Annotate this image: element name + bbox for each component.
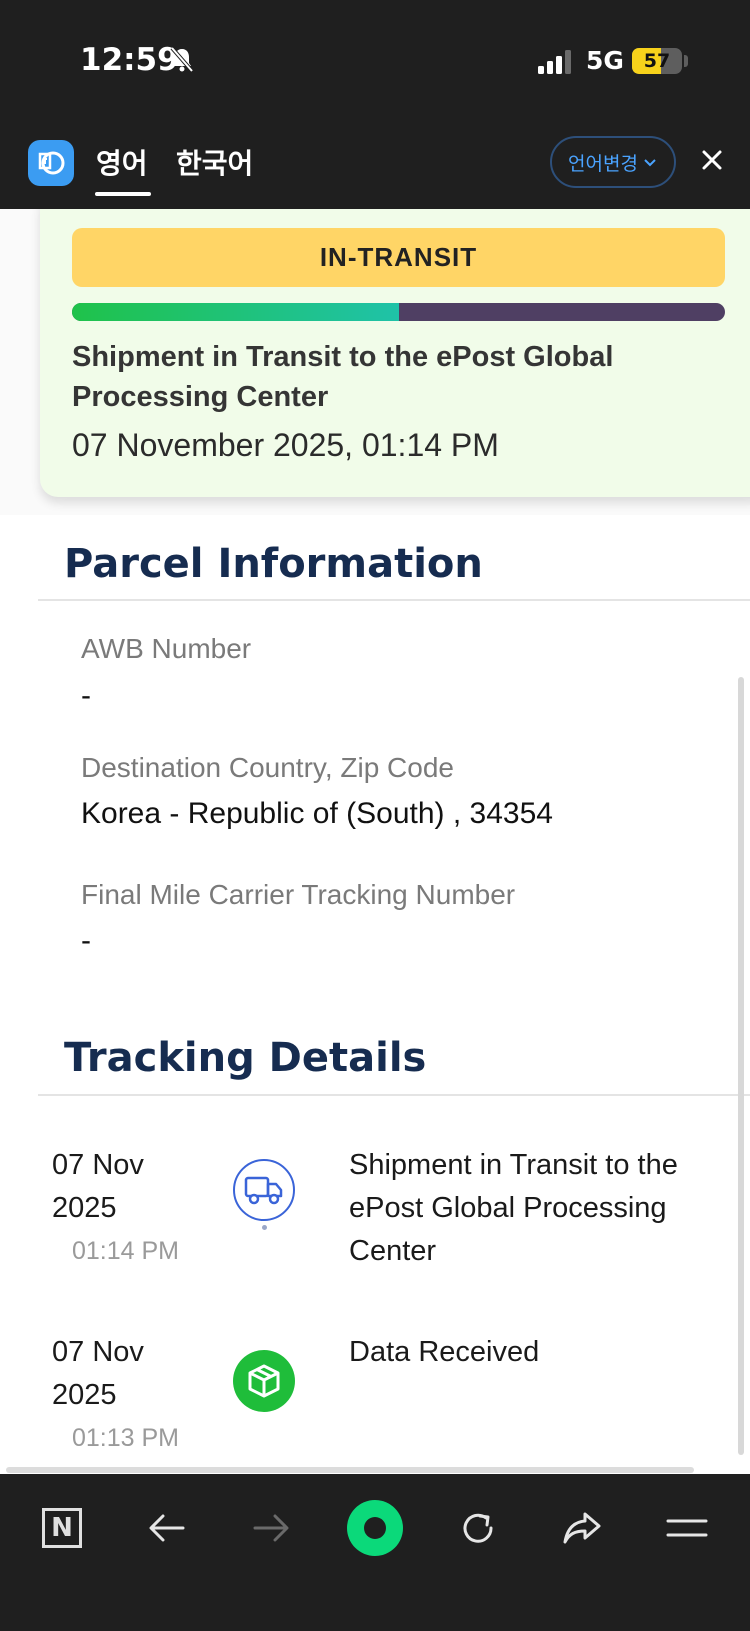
- change-language-label: 언어변경: [568, 152, 638, 175]
- n-logo-letter: N: [42, 1508, 82, 1548]
- browser-nav-bar: N: [0, 1474, 750, 1631]
- status-badge: IN-TRANSIT: [72, 228, 725, 287]
- truck-icon: [233, 1159, 295, 1221]
- tab-korean[interactable]: 한국어: [176, 142, 253, 182]
- back-arrow-icon[interactable]: [137, 1498, 197, 1558]
- chevron-down-icon: [644, 159, 656, 167]
- home-icon[interactable]: [345, 1498, 405, 1558]
- status-bar: 12:59 5G 57: [0, 0, 750, 128]
- page-content: IN-TRANSIT Shipment in Transit to the eP…: [0, 209, 750, 1474]
- parcel-info-heading: Parcel Information: [64, 541, 483, 587]
- vertical-scrollbar[interactable]: [738, 677, 744, 1455]
- battery-level: 57: [643, 50, 671, 72]
- event-time: 01:14 PM: [72, 1237, 180, 1265]
- awb-label: AWB Number: [81, 633, 252, 664]
- destination-value: Korea - Republic of (South) , 34354: [81, 797, 553, 830]
- event-description: Shipment in Transit to the ePost Global …: [349, 1149, 678, 1267]
- final-mile-value: -: [81, 924, 91, 957]
- box-icon: [233, 1350, 295, 1412]
- signal-icon: [538, 50, 571, 74]
- progress-bar: [72, 303, 725, 321]
- translate-bar: 영어 한국어 언어변경: [0, 128, 750, 209]
- divider: [38, 1094, 750, 1096]
- horizontal-scrollbar[interactable]: [6, 1467, 694, 1473]
- status-date: 07 November 2025, 01:14 PM: [72, 427, 499, 463]
- final-mile-label: Final Mile Carrier Tracking Number: [81, 879, 516, 910]
- n-logo-icon[interactable]: N: [32, 1498, 92, 1558]
- tracking-heading: Tracking Details: [64, 1035, 427, 1081]
- awb-value: -: [81, 679, 91, 712]
- destination-label: Destination Country, Zip Code: [81, 752, 454, 783]
- reload-icon[interactable]: [448, 1498, 508, 1558]
- status-time: 12:59: [80, 42, 179, 78]
- close-icon[interactable]: [700, 148, 724, 172]
- forward-arrow-icon[interactable]: [241, 1498, 301, 1558]
- active-tab-indicator: [95, 192, 151, 196]
- progress-fill: [72, 303, 399, 321]
- status-card: IN-TRANSIT Shipment in Transit to the eP…: [40, 209, 750, 497]
- battery-nub: [684, 55, 688, 67]
- timeline-dot: [262, 1225, 267, 1230]
- tab-english[interactable]: 영어: [96, 142, 148, 182]
- event-date: 07 Nov 2025: [52, 1336, 144, 1411]
- divider: [38, 599, 750, 601]
- bell-slash-icon: [170, 46, 194, 73]
- share-icon[interactable]: [552, 1498, 612, 1558]
- event-date: 07 Nov 2025: [52, 1149, 144, 1224]
- status-title: Shipment in Transit to the ePost Global …: [72, 341, 614, 413]
- network-type: 5G: [586, 46, 624, 75]
- translate-logo-icon[interactable]: [28, 140, 74, 186]
- battery-icon: 57: [632, 48, 682, 74]
- change-language-button[interactable]: 언어변경: [550, 136, 676, 188]
- event-time: 01:13 PM: [72, 1424, 180, 1452]
- event-description: Data Received: [349, 1336, 540, 1368]
- menu-icon[interactable]: [657, 1498, 717, 1558]
